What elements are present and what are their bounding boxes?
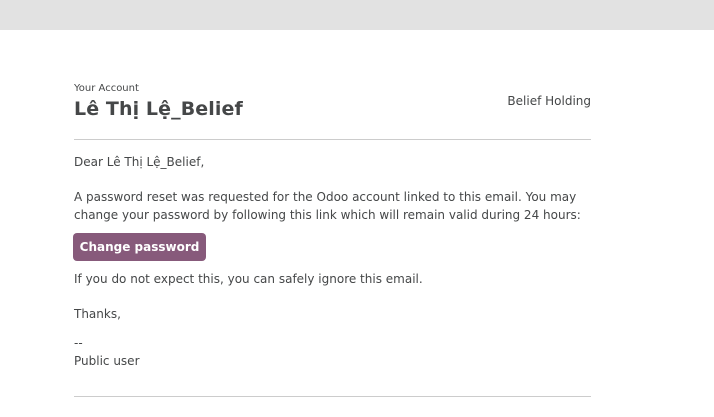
- footer-divider: [74, 396, 591, 397]
- top-bar: [0, 0, 714, 30]
- signature-name: Public user: [74, 354, 140, 368]
- account-label: Your Account: [74, 83, 139, 94]
- reset-message-line-1: A password reset was requested for the O…: [74, 190, 577, 204]
- thanks-text: Thanks,: [74, 307, 121, 321]
- greeting-text: Dear Lê Thị Lệ_Belief,: [74, 155, 205, 169]
- company-logo: Belief Holding: [507, 93, 591, 109]
- company-logo-alt-text: Belief Holding: [507, 94, 591, 108]
- header-divider: [74, 139, 591, 140]
- ignore-notice: If you do not expect this, you can safel…: [74, 272, 423, 286]
- change-password-button[interactable]: Change password: [73, 233, 206, 261]
- email-container: Your Account Lê Thị Lệ_Belief Belief Hol…: [73, 30, 591, 417]
- signature-separator: --: [74, 336, 83, 350]
- reset-message: A password reset was requested for the O…: [74, 188, 581, 224]
- user-name-heading: Lê Thị Lệ_Belief: [74, 98, 243, 120]
- reset-message-line-2: change your password by following this l…: [74, 208, 581, 222]
